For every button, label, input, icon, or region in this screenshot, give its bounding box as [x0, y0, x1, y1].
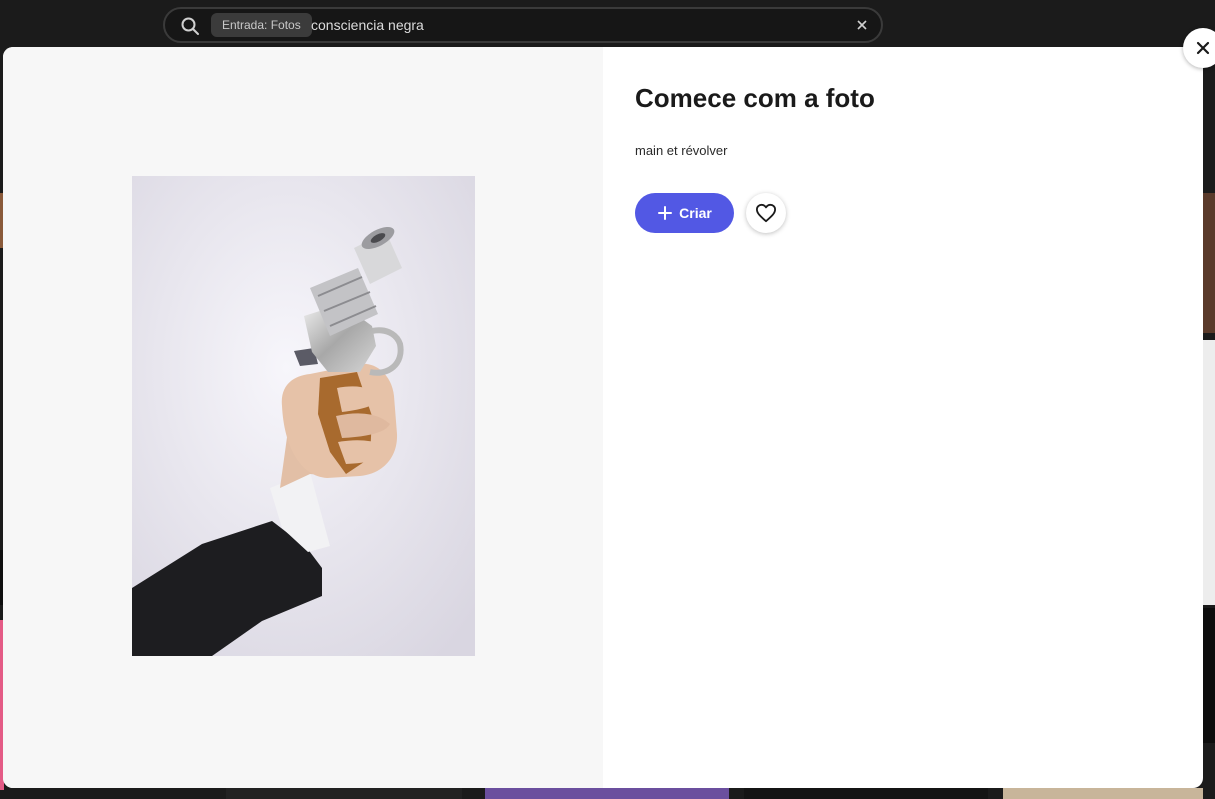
top-bar: Entrada: Fotos consciencia negra	[0, 0, 1215, 50]
background-thumbnail	[226, 788, 462, 799]
search-icon[interactable]	[180, 16, 200, 36]
background-thumbnail	[1203, 193, 1215, 333]
create-button[interactable]: Criar	[635, 193, 734, 233]
favorite-button[interactable]	[746, 193, 786, 233]
background-thumbnail	[1203, 340, 1215, 605]
plus-icon	[658, 206, 673, 220]
stock-photo	[132, 176, 475, 656]
create-button-label: Criar	[679, 205, 712, 221]
clear-search-icon[interactable]	[853, 16, 871, 34]
background-thumbnail	[744, 788, 988, 799]
background-thumbnail	[485, 788, 729, 799]
close-icon	[1196, 41, 1210, 55]
heart-icon	[756, 203, 776, 223]
photo-detail-modal: Comece com a foto main et révolver Criar	[3, 47, 1203, 788]
background-thumbnail	[1003, 788, 1203, 799]
close-modal-button[interactable]	[1183, 28, 1215, 68]
background-thumbnail	[1203, 608, 1215, 743]
search-bar[interactable]: Entrada: Fotos consciencia negra	[163, 7, 883, 43]
search-input[interactable]: consciencia negra	[311, 15, 424, 35]
photo-description: main et révolver	[635, 143, 728, 158]
filter-chip[interactable]: Entrada: Fotos	[211, 13, 312, 37]
modal-title: Comece com a foto	[635, 83, 875, 113]
media-panel	[3, 47, 603, 788]
